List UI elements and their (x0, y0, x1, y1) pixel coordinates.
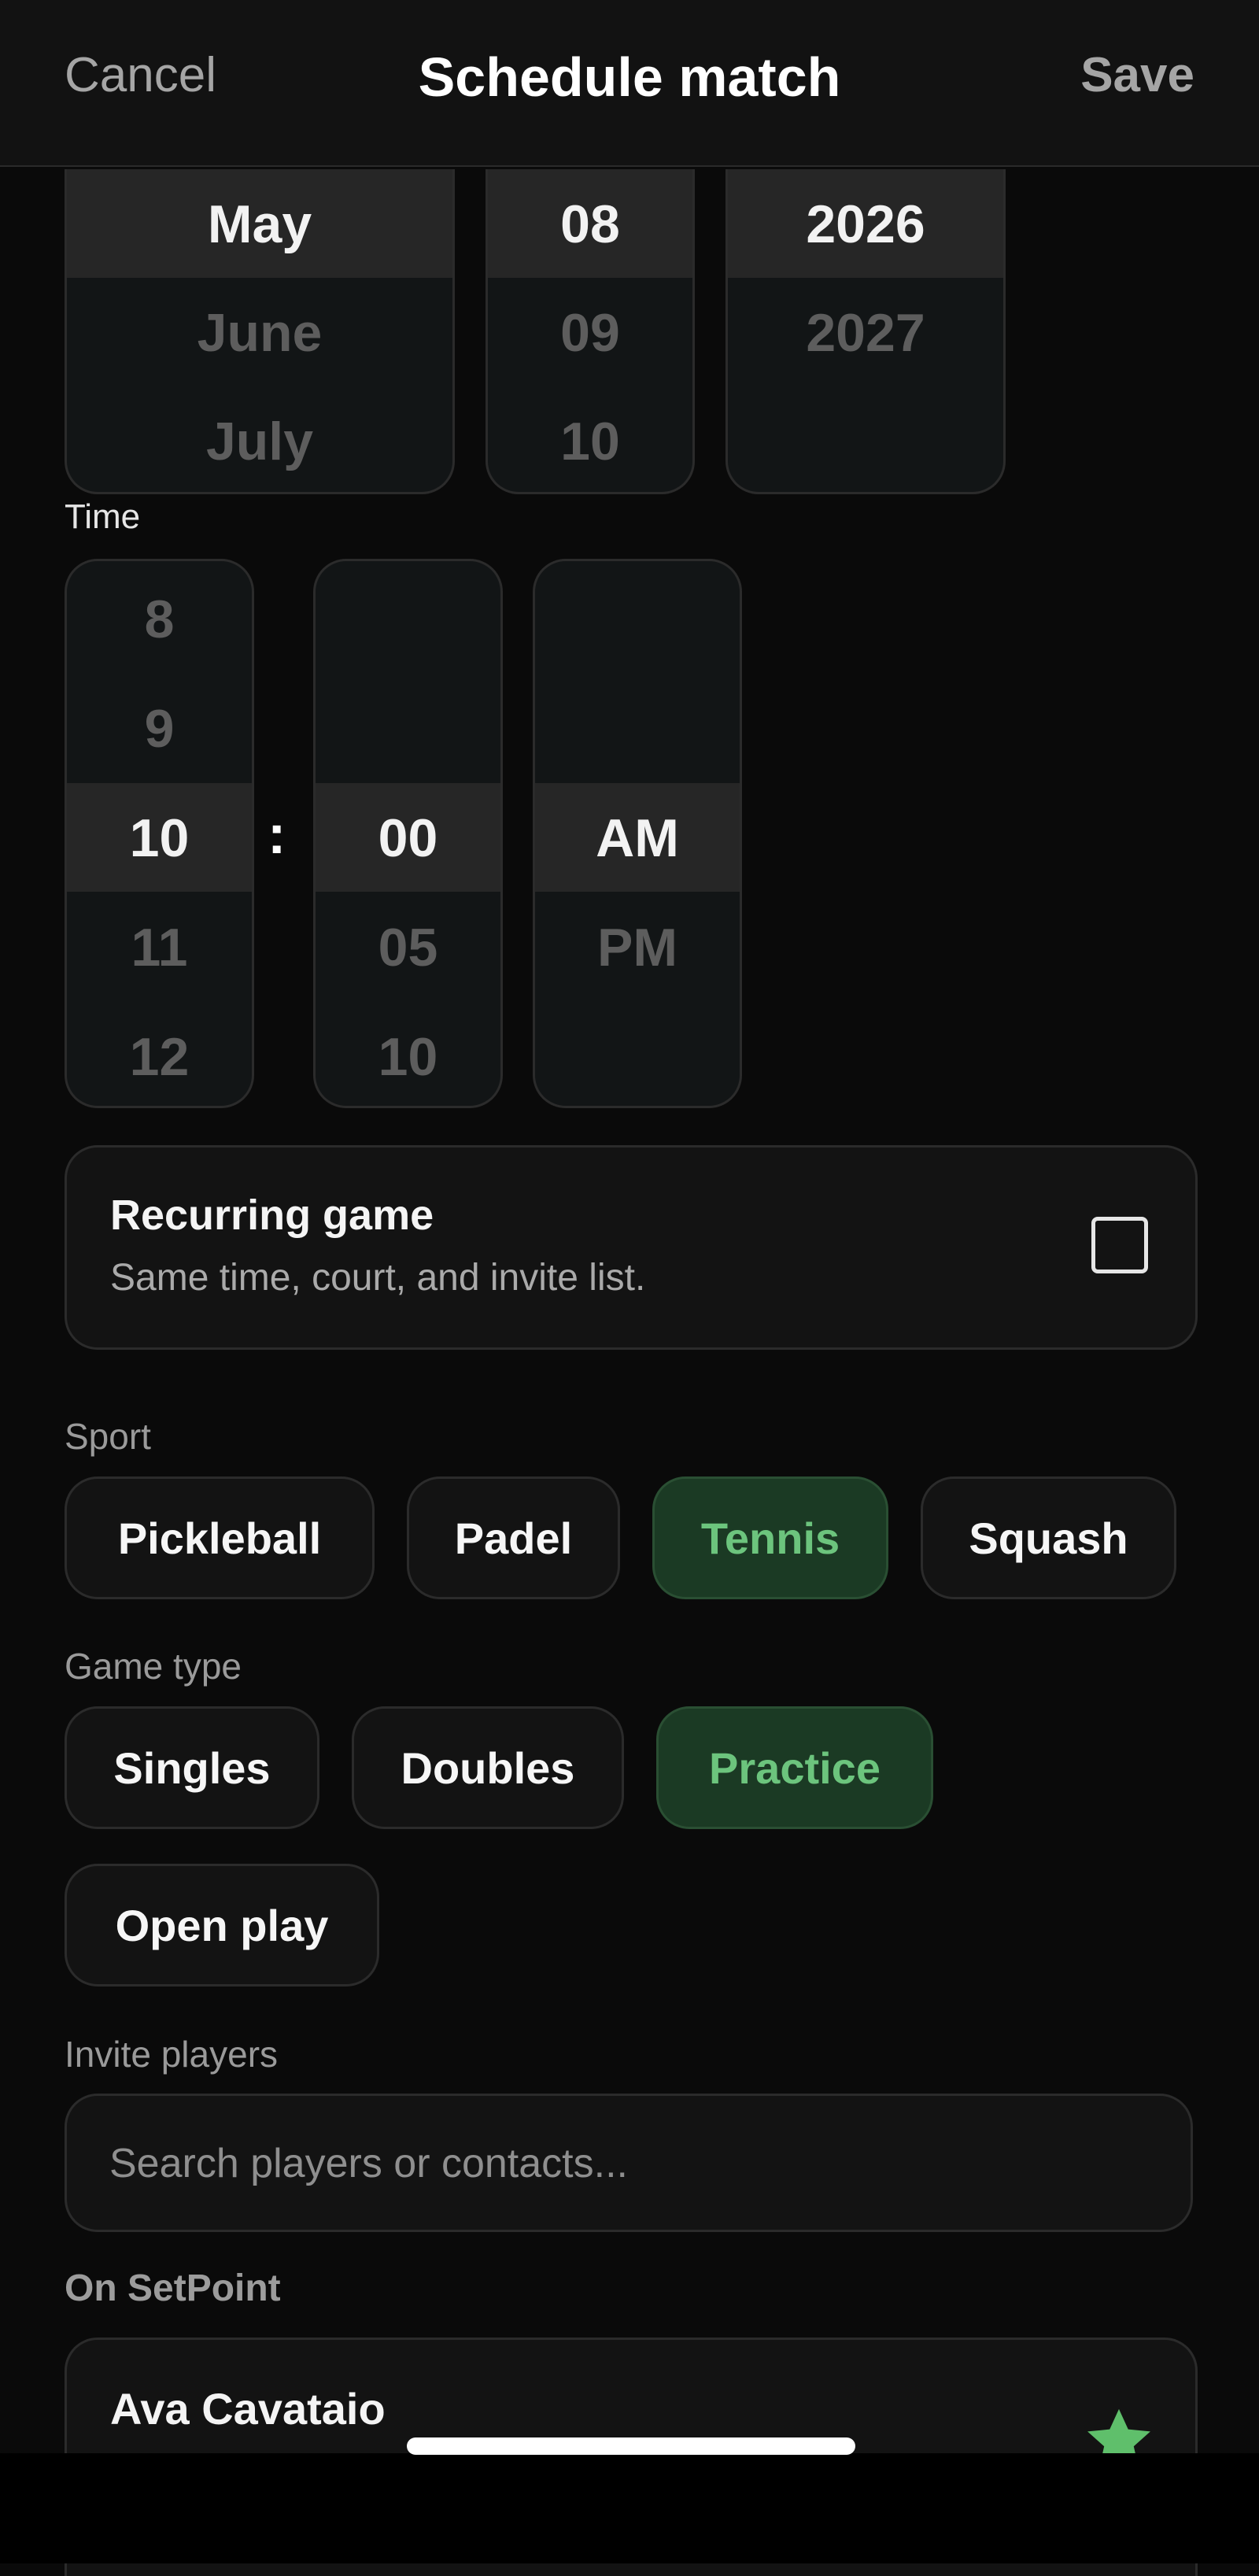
hour-option[interactable]: 8 (67, 564, 252, 674)
game-type-chip-doubles[interactable]: Doubles (352, 1706, 624, 1829)
day-option[interactable]: 08 (488, 169, 692, 279)
month-picker[interactable]: May June July (65, 169, 455, 494)
year-option[interactable]: 2027 (728, 278, 1003, 388)
on-setpoint-label: On SetPoint (65, 2267, 281, 2309)
minute-option[interactable]: 05 (316, 893, 500, 1003)
time-label: Time (65, 497, 141, 536)
time-separator: : (268, 804, 286, 865)
game-type-chip-singles[interactable]: Singles (65, 1706, 319, 1829)
minute-option[interactable]: 00 (316, 783, 500, 893)
ampm-option[interactable]: PM (535, 893, 740, 1003)
hour-option[interactable]: 10 (67, 783, 252, 893)
sport-label: Sport (65, 1416, 151, 1457)
day-option[interactable]: 10 (488, 386, 692, 492)
day-picker[interactable]: 08 09 10 (486, 169, 695, 494)
game-type-label: Game type (65, 1646, 242, 1687)
day-option[interactable]: 09 (488, 278, 692, 388)
game-type-chip-open-play[interactable]: Open play (65, 1864, 379, 1987)
home-indicator (407, 2437, 855, 2455)
nav-header: Cancel Schedule match Save (0, 0, 1259, 167)
player-search-box[interactable] (65, 2094, 1193, 2232)
ampm-picker[interactable]: AM PM (533, 559, 742, 1108)
game-type-chip-practice[interactable]: Practice (656, 1706, 933, 1829)
player-search-input[interactable] (108, 2096, 1134, 2231)
minute-option[interactable]: 10 (316, 1002, 500, 1106)
recurring-checkbox[interactable] (1091, 1217, 1148, 1273)
month-option[interactable]: June (67, 278, 452, 388)
sport-chip-tennis[interactable]: Tennis (652, 1476, 888, 1599)
page-title: Schedule match (418, 46, 841, 108)
minute-picker[interactable]: 00 05 10 (313, 559, 503, 1108)
year-option[interactable]: 2026 (728, 169, 1003, 279)
month-option[interactable]: May (67, 169, 452, 279)
hour-picker[interactable]: 8 9 10 11 12 (65, 559, 254, 1108)
sport-chip-padel[interactable]: Padel (407, 1476, 620, 1599)
recurring-game-card[interactable]: Recurring game Same time, court, and inv… (65, 1145, 1198, 1350)
year-picker[interactable]: 2026 2027 (725, 169, 1006, 494)
sport-chip-squash[interactable]: Squash (921, 1476, 1176, 1599)
save-button[interactable]: Save (1080, 47, 1194, 103)
hour-option[interactable]: 9 (67, 674, 252, 784)
ampm-option[interactable]: AM (535, 783, 740, 893)
recurring-subtitle: Same time, court, and invite list. (110, 1257, 646, 1299)
month-option[interactable]: July (67, 386, 452, 492)
recurring-title: Recurring game (110, 1192, 434, 1239)
player-name: Ava Cavataio (110, 2384, 386, 2434)
sport-chip-pickleball[interactable]: Pickleball (65, 1476, 375, 1599)
invite-players-label: Invite players (65, 2034, 279, 2075)
hour-option[interactable]: 11 (67, 893, 252, 1003)
bottom-safe-area (0, 2453, 1259, 2563)
hour-option[interactable]: 12 (67, 1002, 252, 1106)
